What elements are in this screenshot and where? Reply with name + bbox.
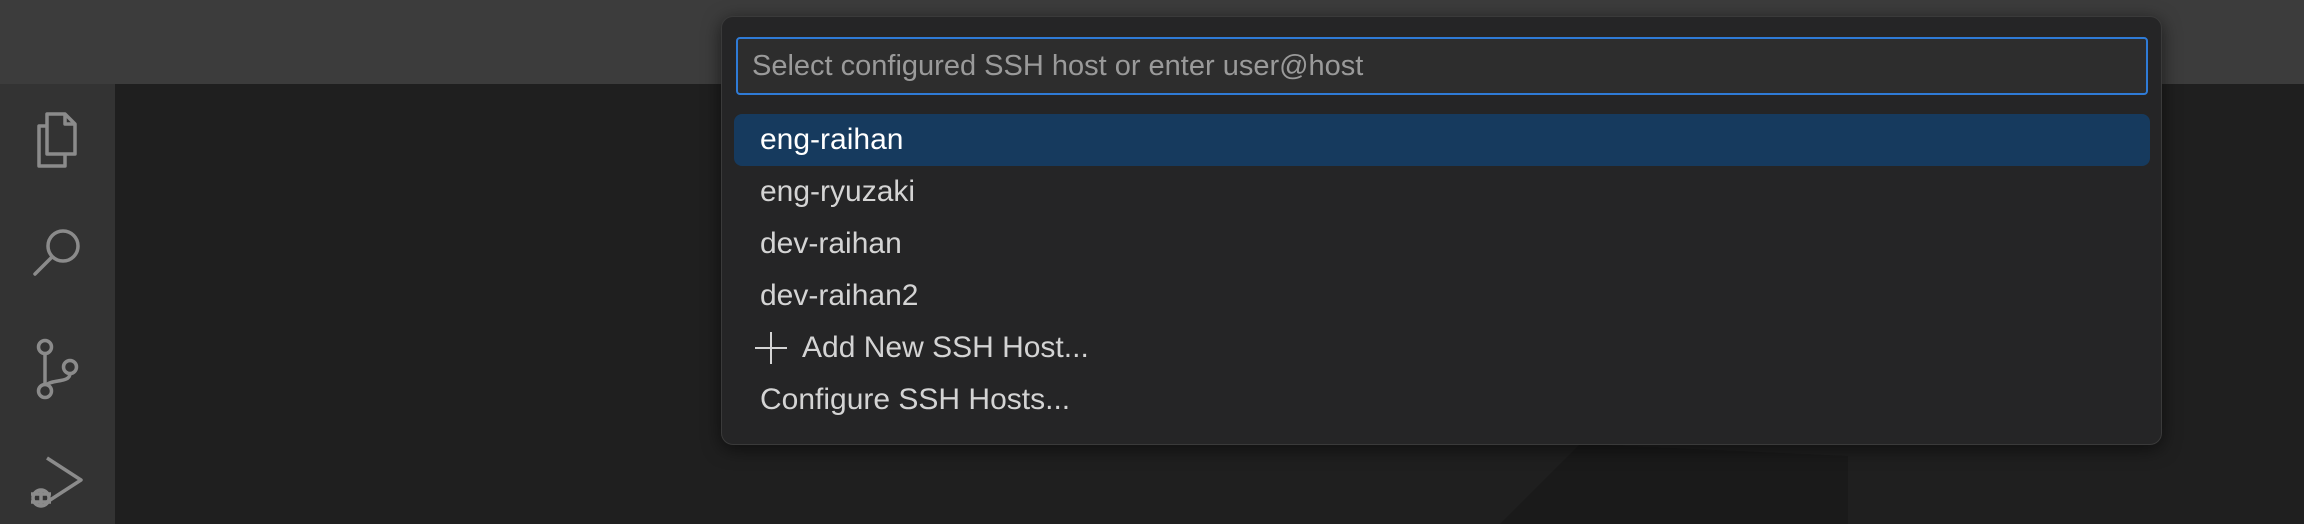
list-item-label: eng-ryuzaki bbox=[760, 175, 916, 208]
list-item-label: Configure SSH Hosts... bbox=[760, 383, 1071, 416]
ssh-host-list: eng-raihan eng-ryuzaki dev-raihan dev-ra… bbox=[734, 114, 2150, 426]
host-option-dev-raihan[interactable]: dev-raihan bbox=[734, 218, 2150, 270]
host-option-dev-raihan2[interactable]: dev-raihan2 bbox=[734, 270, 2150, 322]
add-new-ssh-host-option[interactable]: Add New SSH Host... bbox=[734, 322, 2150, 374]
activity-bar bbox=[0, 84, 115, 524]
run-debug-icon[interactable] bbox=[25, 450, 89, 514]
source-control-icon[interactable] bbox=[25, 337, 89, 401]
list-item-label: dev-raihan bbox=[760, 227, 902, 260]
host-option-eng-raihan[interactable]: eng-raihan bbox=[734, 114, 2150, 166]
list-item-label: dev-raihan2 bbox=[760, 279, 919, 312]
list-item-label: Add New SSH Host... bbox=[802, 331, 1089, 364]
plus-icon bbox=[754, 331, 788, 365]
ssh-host-input[interactable] bbox=[736, 37, 2148, 95]
search-icon[interactable] bbox=[25, 222, 89, 286]
ssh-host-quick-pick: eng-raihan eng-ryuzaki dev-raihan dev-ra… bbox=[721, 16, 2162, 445]
configure-ssh-hosts-option[interactable]: Configure SSH Hosts... bbox=[734, 374, 2150, 426]
host-option-eng-ryuzaki[interactable]: eng-ryuzaki bbox=[734, 166, 2150, 218]
list-item-label: eng-raihan bbox=[760, 123, 904, 156]
explorer-icon[interactable] bbox=[25, 108, 89, 172]
